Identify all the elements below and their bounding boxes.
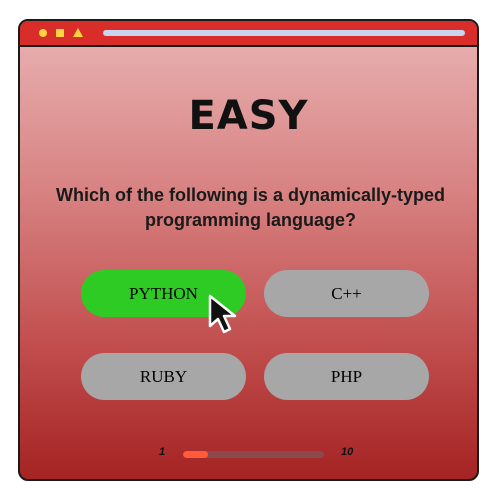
option-button-php[interactable]: PHP [264, 353, 429, 400]
option-label: PYTHON [129, 283, 198, 303]
mouse-pointer-icon [208, 294, 237, 334]
title-bar [20, 21, 477, 47]
window-circle-icon[interactable] [39, 29, 47, 37]
progress-bar [183, 451, 324, 458]
option-button-ruby[interactable]: RUBY [81, 353, 246, 400]
progress-bar-fill [183, 451, 209, 458]
address-bar[interactable] [103, 30, 465, 36]
option-label: C++ [331, 283, 362, 303]
window-triangle-icon[interactable] [73, 28, 83, 37]
progress-start-label: 1 [159, 446, 166, 458]
option-label: PHP [330, 366, 363, 386]
level-title: EASY [188, 93, 309, 139]
window-square-icon[interactable] [56, 29, 64, 37]
option-label: RUBY [139, 366, 188, 386]
quiz-window: EASY Which of the following is a dynamic… [18, 19, 479, 481]
progress-end-label: 10 [341, 446, 354, 458]
question-text: Which of the following is a dynamically-… [55, 185, 446, 230]
option-button-cpp[interactable]: C++ [264, 270, 429, 317]
